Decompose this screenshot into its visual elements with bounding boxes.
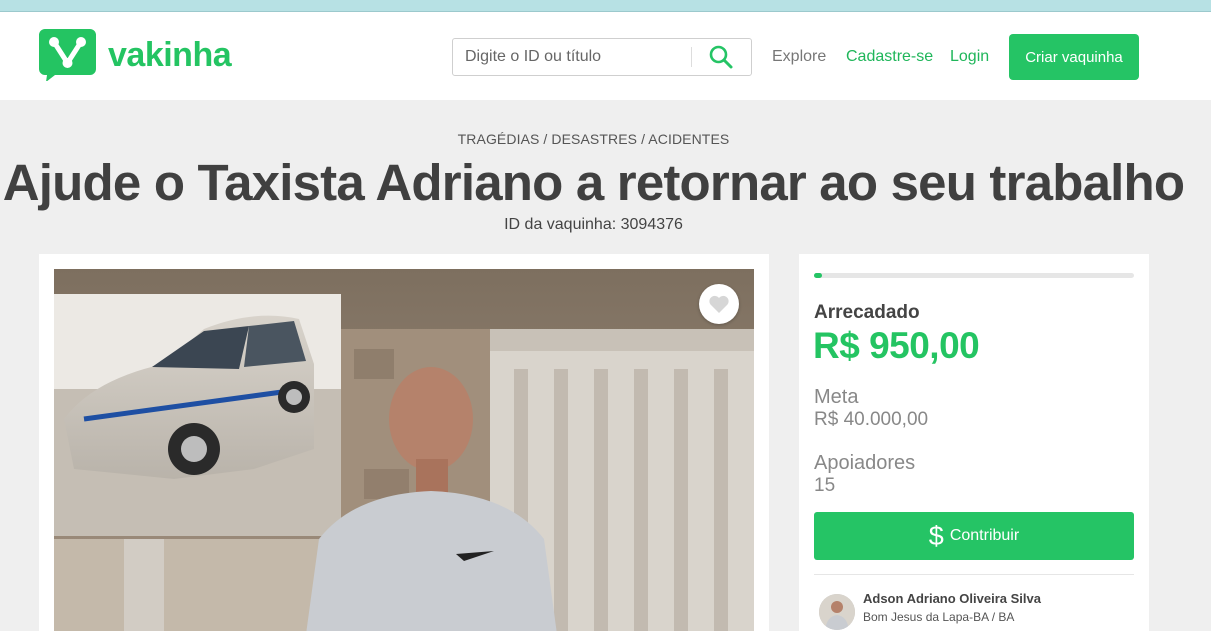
search-box [452, 38, 752, 76]
progress-bar [814, 273, 1134, 278]
donation-summary-card: Arrecadado R$ 950,00 Meta R$ 40.000,00 A… [799, 254, 1149, 631]
contribute-label: Contribuir [949, 527, 1020, 544]
owner-location: Bom Jesus da Lapa-BA / BA [863, 610, 1015, 624]
search-divider [691, 47, 692, 67]
heart-icon [709, 295, 729, 313]
goal-value: R$ 40.000,00 [814, 409, 929, 430]
owner-name[interactable]: Adson Adriano Oliveira Silva [863, 591, 1041, 606]
nav-signup-link[interactable]: Cadastre-se [846, 48, 933, 66]
search-button[interactable] [701, 43, 741, 71]
search-input[interactable] [453, 39, 691, 75]
campaign-category[interactable]: TRAGÉDIAS / DESASTRES / ACIDENTES [0, 131, 1187, 147]
supporters-value: 15 [814, 475, 836, 496]
favorite-button[interactable] [699, 284, 739, 324]
campaign-title: Ajude o Taxista Adriano a retornar ao se… [2, 154, 1185, 211]
logo[interactable]: vakinha [39, 29, 232, 82]
site-header: vakinha Explore Cadastre-se Login Criar … [0, 12, 1211, 100]
nav-explore-link[interactable]: Explore [772, 48, 826, 66]
progress-fill [814, 273, 822, 278]
vakinha-logo-icon [39, 29, 96, 82]
campaign-id: ID da vaquinha: 3094376 [504, 216, 683, 233]
divider [814, 574, 1134, 575]
create-campaign-button[interactable]: Criar vaquinha [1009, 34, 1139, 80]
contribute-button[interactable]: $ Contribuir [814, 512, 1134, 560]
goal-label: Meta [814, 386, 859, 408]
logo-text: vakinha [108, 35, 232, 74]
raised-value: R$ 950,00 [813, 325, 980, 366]
top-strip [0, 0, 1211, 12]
campaign-image-card [39, 254, 769, 631]
avatar[interactable] [819, 594, 855, 630]
raised-label: Arrecadado [814, 302, 920, 323]
dollar-icon: $ [928, 520, 944, 551]
search-icon [709, 45, 733, 69]
nav-login-link[interactable]: Login [950, 48, 989, 66]
campaign-photo [54, 269, 754, 631]
supporters-label: Apoiadores [814, 452, 916, 474]
